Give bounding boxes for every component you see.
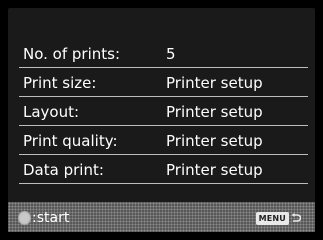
start-hint[interactable]: :start <box>18 209 69 227</box>
setting-label: Data print: <box>23 161 104 179</box>
setting-value: Printer setup <box>166 132 263 150</box>
setting-value: Printer setup <box>166 103 263 121</box>
setting-value: Printer setup <box>166 74 263 92</box>
menu-button-badge: MENU <box>255 211 289 225</box>
setting-row-layout[interactable]: Layout: Printer setup <box>19 97 308 126</box>
setting-row-print-quality[interactable]: Print quality: Printer setup <box>19 126 308 155</box>
footer-bar: :start MENU <box>8 202 315 232</box>
setting-label: No. of prints: <box>23 45 121 63</box>
print-settings-list: No. of prints: 5 Print size: Printer set… <box>19 39 308 184</box>
setting-row-no-of-prints[interactable]: No. of prints: 5 <box>19 39 308 68</box>
setting-label: Print size: <box>23 74 97 92</box>
setting-label: Print quality: <box>23 132 118 150</box>
camera-lcd-screen: No. of prints: 5 Print size: Printer set… <box>0 0 323 240</box>
setting-row-print-size[interactable]: Print size: Printer setup <box>19 68 308 97</box>
menu-back-hint[interactable]: MENU <box>255 210 301 226</box>
setting-row-data-print[interactable]: Data print: Printer setup <box>19 155 308 184</box>
oval-button-icon <box>18 211 31 225</box>
return-arrow-icon <box>291 213 301 222</box>
start-label: :start <box>32 210 70 226</box>
setting-value: 5 <box>166 45 176 63</box>
setting-value: Printer setup <box>166 161 263 179</box>
setting-label: Layout: <box>23 103 80 121</box>
